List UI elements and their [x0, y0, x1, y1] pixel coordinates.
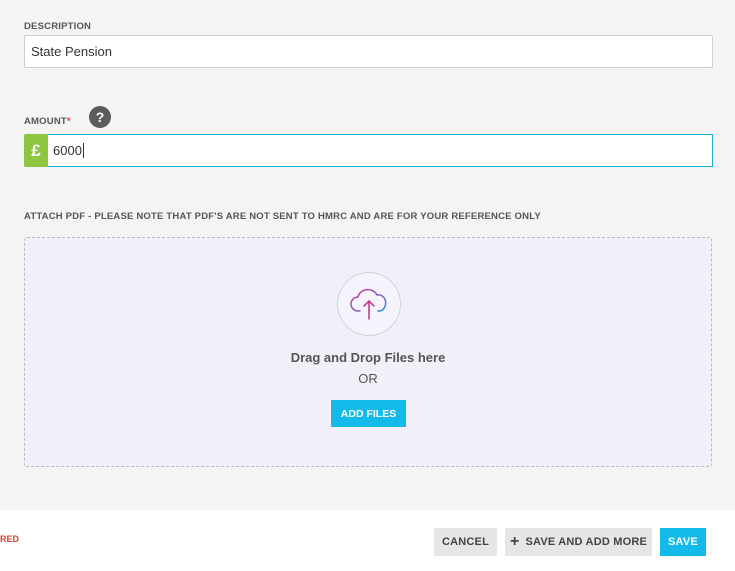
cancel-button-label: CANCEL: [441, 536, 490, 548]
required-note: RED: [0, 534, 20, 544]
amount-input[interactable]: 6000: [48, 134, 713, 167]
amount-value: 6000: [53, 143, 82, 158]
plus-icon: +: [509, 533, 520, 550]
required-marker: *: [66, 116, 71, 127]
form-panel: DESCRIPTION State Pension AMOUNT* ? £ 60…: [0, 0, 735, 510]
amount-label: AMOUNT*: [24, 116, 71, 127]
description-input[interactable]: State Pension: [24, 35, 713, 68]
description-value: State Pension: [31, 44, 112, 59]
save-button-label: SAVE: [668, 536, 698, 548]
drag-drop-text: Drag and Drop Files here: [290, 350, 446, 365]
description-label-text: DESCRIPTION: [24, 21, 92, 32]
or-text: OR: [358, 371, 378, 386]
footer-bar: RED CANCEL + SAVE AND ADD MORE SAVE: [0, 510, 735, 571]
save-and-add-more-button[interactable]: + SAVE AND ADD MORE: [505, 528, 652, 556]
cloud-upload-icon: [337, 272, 401, 336]
pound-icon: £: [24, 134, 48, 167]
save-button[interactable]: SAVE: [660, 528, 706, 556]
description-label: DESCRIPTION: [24, 21, 91, 32]
attach-pdf-label: ATTACH PDF - PLEASE NOTE THAT PDF'S ARE …: [24, 211, 541, 222]
amount-field: £ 6000: [24, 134, 713, 167]
amount-label-text: AMOUNT: [24, 116, 67, 127]
file-dropzone[interactable]: Drag and Drop Files here OR ADD FILES: [24, 237, 712, 467]
attach-pdf-label-text: ATTACH PDF - PLEASE NOTE THAT PDF'S ARE …: [24, 211, 541, 222]
add-files-button[interactable]: ADD FILES: [331, 400, 406, 427]
cancel-button[interactable]: CANCEL: [434, 528, 497, 556]
save-and-add-more-label: SAVE AND ADD MORE: [525, 536, 648, 548]
help-icon[interactable]: ?: [89, 106, 111, 128]
text-caret: [82, 143, 84, 158]
